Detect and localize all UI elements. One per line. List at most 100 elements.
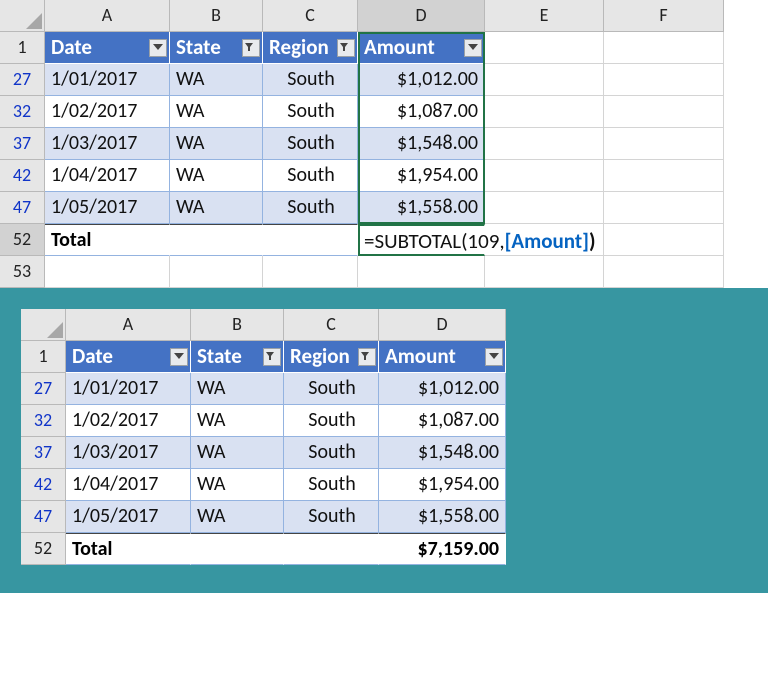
cell-blank[interactable] <box>604 96 724 128</box>
cell-amount[interactable]: $1,954.00 <box>358 160 485 192</box>
table-header-amount[interactable]: Amount <box>379 341 506 373</box>
filter-button-date[interactable] <box>170 348 188 366</box>
cell-date[interactable]: 1/04/2017 <box>45 160 170 192</box>
filter-button-state[interactable] <box>263 348 281 366</box>
cell-date[interactable]: 1/05/2017 <box>66 501 191 533</box>
filter-button-date[interactable] <box>149 39 167 57</box>
col-header-E[interactable]: E <box>485 0 604 32</box>
row-header[interactable]: 27 <box>21 373 66 405</box>
row-header[interactable]: 32 <box>0 96 45 128</box>
total-value-cell[interactable]: $7,159.00 <box>379 533 506 565</box>
cell-region[interactable]: South <box>284 501 379 533</box>
total-blank[interactable] <box>284 533 379 565</box>
table-header-state[interactable]: State <box>170 32 263 64</box>
cell-region[interactable]: South <box>263 192 358 224</box>
cell-blank[interactable] <box>604 160 724 192</box>
cell-region[interactable]: South <box>263 128 358 160</box>
row-header[interactable]: 32 <box>21 405 66 437</box>
cell-date[interactable]: 1/01/2017 <box>45 64 170 96</box>
cell-amount[interactable]: $1,012.00 <box>379 373 506 405</box>
cell-blank[interactable] <box>485 64 604 96</box>
cell-region[interactable]: South <box>284 469 379 501</box>
cell-region[interactable]: South <box>284 373 379 405</box>
select-all-corner[interactable] <box>21 309 66 341</box>
total-blank[interactable] <box>263 224 358 256</box>
cell-state[interactable]: WA <box>170 64 263 96</box>
cell-blank[interactable] <box>485 256 604 288</box>
formula-cell-D52[interactable]: =SUBTOTAL(109,[Amount]) <box>358 224 485 256</box>
table-header-amount[interactable]: Amount <box>358 32 485 64</box>
cell-blank[interactable] <box>45 256 170 288</box>
cell-state[interactable]: WA <box>170 96 263 128</box>
cell-state[interactable]: WA <box>170 192 263 224</box>
cell-amount[interactable]: $1,548.00 <box>358 128 485 160</box>
cell-E1[interactable] <box>485 32 604 64</box>
row-header[interactable]: 37 <box>0 128 45 160</box>
cell-state[interactable]: WA <box>191 437 284 469</box>
row-header[interactable]: 37 <box>21 437 66 469</box>
cell-blank[interactable] <box>263 256 358 288</box>
cell-blank[interactable] <box>358 256 485 288</box>
cell-blank[interactable] <box>170 256 263 288</box>
row-header-total[interactable]: 52 <box>21 533 66 565</box>
col-header-D[interactable]: D <box>379 309 506 341</box>
filter-button-amount[interactable] <box>464 39 482 57</box>
cell-blank[interactable] <box>485 160 604 192</box>
table-header-date[interactable]: Date <box>45 32 170 64</box>
cell-blank[interactable] <box>604 256 724 288</box>
row-header[interactable]: 47 <box>21 501 66 533</box>
cell-amount[interactable]: $1,954.00 <box>379 469 506 501</box>
filter-button-region[interactable] <box>337 39 355 57</box>
row-header-1[interactable]: 1 <box>0 32 45 64</box>
row-header-53[interactable]: 53 <box>0 256 45 288</box>
col-header-C[interactable]: C <box>263 0 358 32</box>
cell-blank[interactable] <box>604 192 724 224</box>
cell-date[interactable]: 1/03/2017 <box>45 128 170 160</box>
cell-date[interactable]: 1/04/2017 <box>66 469 191 501</box>
row-header[interactable]: 42 <box>21 469 66 501</box>
cell-state[interactable]: WA <box>191 405 284 437</box>
col-header-B[interactable]: B <box>191 309 284 341</box>
select-all-corner[interactable] <box>0 0 45 32</box>
cell-region[interactable]: South <box>263 64 358 96</box>
cell-state[interactable]: WA <box>191 469 284 501</box>
table-header-region[interactable]: Region <box>284 341 379 373</box>
col-header-B[interactable]: B <box>170 0 263 32</box>
row-header[interactable]: 42 <box>0 160 45 192</box>
cell-state[interactable]: WA <box>170 160 263 192</box>
cell-region[interactable]: South <box>284 405 379 437</box>
filter-button-amount[interactable] <box>485 348 503 366</box>
row-header-1[interactable]: 1 <box>21 341 66 373</box>
cell-blank[interactable] <box>485 192 604 224</box>
total-label-cell[interactable]: Total <box>66 533 191 565</box>
col-header-A[interactable]: A <box>66 309 191 341</box>
col-header-F[interactable]: F <box>604 0 724 32</box>
cell-state[interactable]: WA <box>191 501 284 533</box>
cell-blank[interactable] <box>485 128 604 160</box>
cell-amount[interactable]: $1,087.00 <box>358 96 485 128</box>
cell-date[interactable]: 1/02/2017 <box>66 405 191 437</box>
cell-state[interactable]: WA <box>170 128 263 160</box>
table-header-state[interactable]: State <box>191 341 284 373</box>
row-header-total[interactable]: 52 <box>0 224 45 256</box>
cell-blank[interactable] <box>485 96 604 128</box>
cell-region[interactable]: South <box>263 96 358 128</box>
cell-date[interactable]: 1/03/2017 <box>66 437 191 469</box>
col-header-D[interactable]: D <box>358 0 485 32</box>
filter-button-region[interactable] <box>358 348 376 366</box>
total-blank[interactable] <box>191 533 284 565</box>
row-header[interactable]: 27 <box>0 64 45 96</box>
col-header-A[interactable]: A <box>45 0 170 32</box>
total-label-cell[interactable]: Total <box>45 224 170 256</box>
cell-F1[interactable] <box>604 32 724 64</box>
cell-date[interactable]: 1/05/2017 <box>45 192 170 224</box>
cell-region[interactable]: South <box>284 437 379 469</box>
cell-blank[interactable] <box>604 224 724 256</box>
cell-state[interactable]: WA <box>191 373 284 405</box>
cell-region[interactable]: South <box>263 160 358 192</box>
cell-date[interactable]: 1/01/2017 <box>66 373 191 405</box>
row-header[interactable]: 47 <box>0 192 45 224</box>
table-header-date[interactable]: Date <box>66 341 191 373</box>
table-header-region[interactable]: Region <box>263 32 358 64</box>
col-header-C[interactable]: C <box>284 309 379 341</box>
